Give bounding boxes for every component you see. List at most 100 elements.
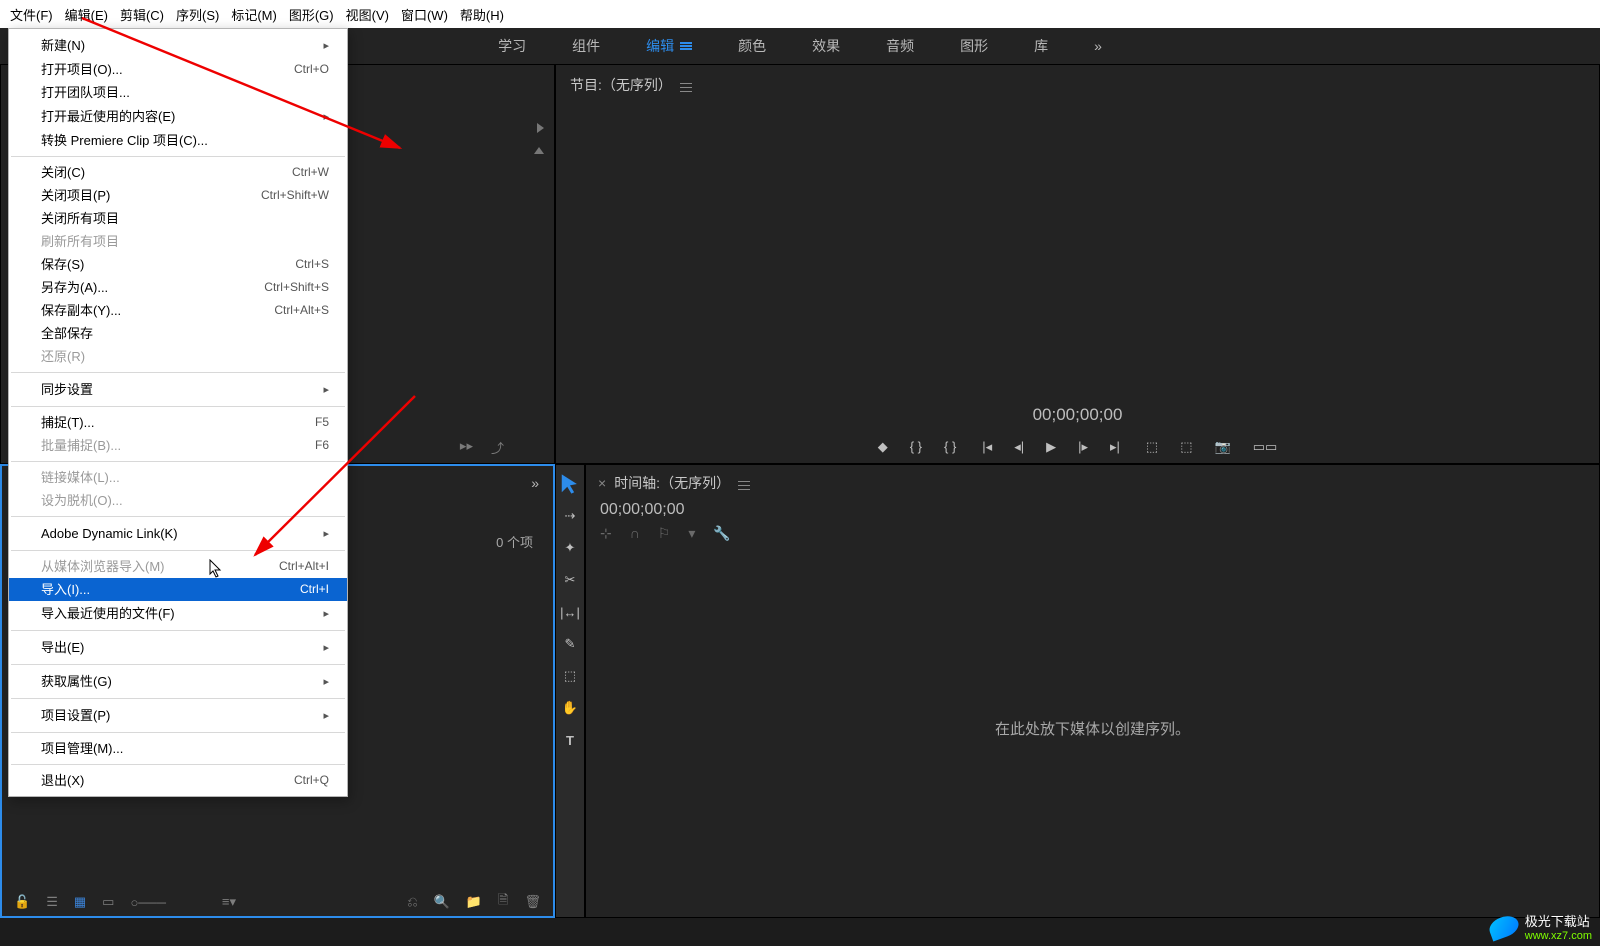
file-menu-item-36[interactable]: 项目管理(M)... (9, 737, 347, 760)
file-menu-item-34[interactable]: 项目设置(P) (9, 703, 347, 728)
ws-tab-overflow[interactable]: » (1090, 36, 1106, 56)
ws-tab-graphics[interactable]: 图形 (956, 34, 992, 58)
ws-tab-audio[interactable]: 音频 (882, 34, 918, 58)
menu-edit[interactable]: 编辑(E) (59, 1, 114, 28)
menu-graphics[interactable]: 图形(G) (283, 1, 340, 28)
ws-tab-assembly[interactable]: 组件 (568, 34, 604, 58)
watermark-url: www.xz7.com (1525, 930, 1592, 942)
file-menu-item-7[interactable]: 关闭项目(P)Ctrl+Shift+W (9, 184, 347, 207)
menu-marker[interactable]: 标记(M) (225, 1, 283, 28)
timeline-panel-menu-icon[interactable] (738, 478, 750, 488)
main-menubar: 文件(F) 编辑(E) 剪辑(C) 序列(S) 标记(M) 图形(G) 视图(V… (0, 0, 1600, 28)
file-menu-item-27[interactable]: 导入(I)...Ctrl+I (9, 578, 347, 601)
program-transport: ◆ { } { } |◂ ◂| ▶ |▸ ▸| ⬚ ⬚ 📷 ▭▭ (556, 439, 1599, 455)
source-export-icon[interactable]: ⤴ (491, 438, 504, 457)
file-menu-item-38[interactable]: 退出(X)Ctrl+Q (9, 769, 347, 792)
clear-icon[interactable]: 🗑 (524, 894, 541, 910)
file-menu-item-30[interactable]: 导出(E) (9, 635, 347, 660)
timeline-title: 时间轴:（无序列） (614, 473, 730, 493)
file-menu-item-18[interactable]: 捕捉(T)...F5 (9, 411, 347, 434)
file-menu-item-0[interactable]: 新建(N) (9, 33, 347, 58)
menu-sequence[interactable]: 序列(S) (170, 1, 225, 28)
tool-rectangle[interactable]: ⬚ (559, 665, 581, 687)
timeline-drop-message: 在此处放下媒体以创建序列。 (586, 718, 1599, 739)
go-to-in-icon[interactable]: |◂ (982, 439, 992, 455)
ws-tab-edit[interactable]: 编辑 (642, 34, 696, 58)
file-menu-item-3[interactable]: 打开最近使用的内容(E) (9, 104, 347, 129)
program-monitor-panel: 节目:（无序列） 00;00;00;00 ◆ { } { } |◂ ◂| ▶ |… (555, 64, 1600, 464)
extract-icon[interactable]: ⬚ (1180, 439, 1192, 455)
lock-icon[interactable]: 🔓 (14, 894, 30, 910)
file-menu-item-16[interactable]: 同步设置 (9, 377, 347, 402)
step-back-icon[interactable]: ◂| (1014, 439, 1024, 455)
project-item-count: 0 个项 (496, 532, 533, 551)
export-frame-icon[interactable]: 📷 (1215, 439, 1231, 455)
play-icon[interactable]: ▶ (1046, 439, 1056, 455)
lift-icon[interactable]: ⬚ (1146, 439, 1158, 455)
zoom-slider[interactable]: ○─── (130, 895, 165, 910)
freeform-view-icon[interactable]: ▭ (102, 894, 114, 910)
mark-out-icon[interactable]: { } (910, 439, 922, 455)
watermark-title: 极光下载站 (1525, 914, 1590, 929)
file-menu-item-24[interactable]: Adobe Dynamic Link(K) (9, 521, 347, 546)
tool-type[interactable]: T (559, 729, 581, 751)
file-menu-item-8[interactable]: 关闭所有项目 (9, 207, 347, 230)
collapse-up-icon[interactable] (534, 147, 544, 154)
file-menu-item-12[interactable]: 保存副本(Y)...Ctrl+Alt+S (9, 299, 347, 322)
tool-pen[interactable]: ✎ (559, 633, 581, 655)
program-timecode: 00;00;00;00 (556, 405, 1599, 425)
add-marker-icon[interactable]: { } (944, 439, 956, 455)
timeline-link-icon[interactable]: ⚐ (658, 525, 671, 542)
timeline-markers-icon[interactable]: ▾ (688, 525, 695, 542)
file-menu-item-11[interactable]: 另存为(A)...Ctrl+Shift+S (9, 276, 347, 299)
file-menu-item-1[interactable]: 打开项目(O)...Ctrl+O (9, 58, 347, 81)
program-panel-menu-icon[interactable] (680, 80, 692, 90)
sort-icon[interactable]: ≡▾ (222, 894, 236, 910)
watermark-logo-icon (1486, 912, 1521, 941)
menu-window[interactable]: 窗口(W) (395, 1, 454, 28)
menu-view[interactable]: 视图(V) (340, 1, 395, 28)
tool-slip[interactable]: |↔| (559, 601, 581, 623)
new-item-icon[interactable]: 🗎 (498, 891, 508, 913)
timeline-magnet-icon[interactable]: ∩ (630, 525, 640, 542)
app-footer (0, 918, 1600, 946)
tool-track-select[interactable]: ⇢ (559, 505, 581, 527)
watermark: 极光下载站 www.xz7.com (1489, 911, 1592, 942)
timeline-settings-icon[interactable]: 🔧 (713, 525, 730, 542)
mark-in-icon[interactable]: ◆ (878, 439, 888, 455)
file-menu-item-32[interactable]: 获取属性(G) (9, 669, 347, 694)
go-to-out-icon[interactable]: ▸| (1110, 439, 1120, 455)
ws-tab-effects[interactable]: 效果 (808, 34, 844, 58)
new-bin-icon[interactable]: 📁 (466, 894, 482, 910)
tool-ripple[interactable]: ✦ (559, 537, 581, 559)
tool-razor[interactable]: ✂ (559, 569, 581, 591)
icon-view-icon[interactable]: ▦ (74, 894, 86, 910)
ws-tab-learn[interactable]: 学习 (494, 34, 530, 58)
project-tabs-overflow[interactable]: » (531, 475, 539, 491)
timeline-snap-icon[interactable]: ⊹ (600, 525, 612, 542)
step-forward-icon[interactable]: |▸ (1078, 439, 1088, 455)
file-menu-item-14: 还原(R) (9, 345, 347, 368)
file-menu-item-4[interactable]: 转换 Premiere Clip 项目(C)... (9, 129, 347, 152)
file-menu-item-13[interactable]: 全部保存 (9, 322, 347, 345)
file-menu-item-28[interactable]: 导入最近使用的文件(F) (9, 601, 347, 626)
menu-clip[interactable]: 剪辑(C) (114, 1, 170, 28)
ws-tab-libraries[interactable]: 库 (1030, 34, 1052, 58)
file-menu-item-10[interactable]: 保存(S)Ctrl+S (9, 253, 347, 276)
project-bottombar: 🔓 ☰ ▦ ▭ ○─── ≡▾ ⎌ 🔍 📁 🗎 🗑 (2, 888, 553, 916)
automate-icon[interactable]: ⎌ (407, 894, 417, 910)
ws-tab-color[interactable]: 颜色 (734, 34, 770, 58)
file-menu-item-6[interactable]: 关闭(C)Ctrl+W (9, 161, 347, 184)
find-icon[interactable]: 🔍 (434, 894, 450, 910)
menu-help[interactable]: 帮助(H) (454, 1, 510, 28)
tool-hand[interactable]: ✋ (559, 697, 581, 719)
tool-selection[interactable] (559, 473, 581, 495)
expand-right-icon[interactable] (537, 123, 544, 133)
comparison-view-icon[interactable]: ▭▭ (1253, 439, 1278, 455)
menu-file[interactable]: 文件(F) (4, 1, 59, 28)
list-view-icon[interactable]: ☰ (46, 894, 58, 910)
timeline-close-icon[interactable]: × (598, 475, 606, 491)
file-menu-item-2[interactable]: 打开团队项目... (9, 81, 347, 104)
file-menu-item-22: 设为脱机(O)... (9, 489, 347, 512)
source-play-icon[interactable]: ▸▸ (460, 438, 473, 457)
